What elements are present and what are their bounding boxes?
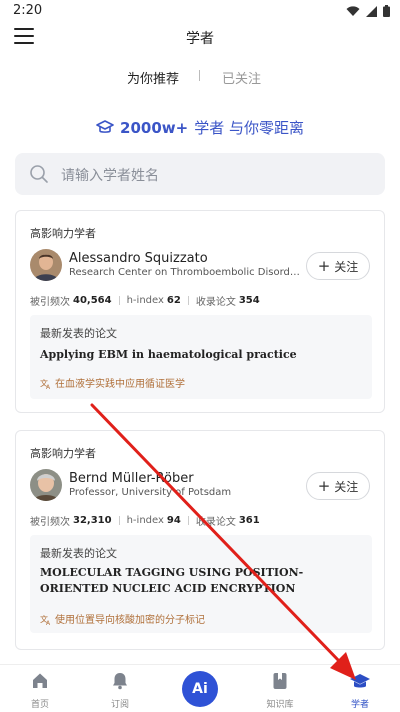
bookmark-icon — [273, 673, 287, 689]
paper-title[interactable]: Applying EBM in haematological practice — [40, 347, 362, 363]
search-placeholder: 请输入学者姓名 — [61, 168, 159, 184]
status-bar: 2:20 — [0, 0, 400, 22]
citations-value: 40,564 — [73, 295, 112, 306]
scholar-name[interactable]: Bernd Müller-Röber — [69, 471, 194, 486]
slogan-banner: 2000w+ 学者 与你零距离 — [0, 117, 400, 138]
bottom-nav: 首页 订阅 Ai 知识库 学者 — [0, 664, 400, 712]
scholar-metrics: 被引频次 32,310 h-index 94 收录论文 361 — [30, 513, 260, 528]
metric-divider — [118, 516, 120, 525]
page-title: 学者 — [186, 31, 214, 47]
home-icon — [33, 673, 47, 688]
follow-button[interactable]: + 关注 — [306, 252, 370, 280]
paper-title[interactable]: MOLECULAR TAGGING USING POSITION-ORIENTE… — [40, 565, 362, 597]
app-header: 学者 — [0, 22, 400, 56]
search-input[interactable]: 请输入学者姓名 — [15, 153, 385, 195]
papers-value: 361 — [238, 515, 260, 526]
scholar-card[interactable]: 高影响力学者 Alessandro Squizzato Research Cen… — [15, 210, 385, 413]
metric-divider — [187, 296, 189, 305]
paper-title-cn: 使用位置导向核酸加密的分子标记 — [55, 615, 205, 626]
follow-label: 关注 — [334, 479, 359, 494]
avatar[interactable] — [30, 249, 62, 281]
tab-divider — [199, 70, 200, 81]
scholar-name[interactable]: Alessandro Squizzato — [69, 251, 208, 266]
scholar-tabs: 为你推荐 已关注 — [0, 64, 400, 88]
search-icon — [30, 165, 48, 183]
graduation-cap-icon — [96, 120, 114, 133]
follow-button[interactable]: + 关注 — [306, 472, 370, 500]
status-icons — [346, 5, 390, 17]
plus-icon: + — [317, 476, 331, 495]
scholar-tag: 高影响力学者 — [30, 227, 96, 240]
follow-label: 关注 — [334, 259, 359, 274]
scholar-cap-icon — [350, 674, 370, 688]
paper-translation: 文 A 在血液学实践中应用循证医学 — [40, 375, 185, 391]
battery-icon — [383, 5, 390, 17]
tab-recommended[interactable]: 为你推荐 — [127, 68, 179, 87]
papers-label: 收录论文 — [195, 517, 236, 528]
nav-subscribe[interactable]: 订阅 — [90, 671, 150, 710]
metric-divider — [187, 516, 189, 525]
scholar-tag: 高影响力学者 — [30, 447, 96, 460]
signal-icon — [366, 5, 377, 17]
scholar-card[interactable]: 高影响力学者 Bernd Müller-Röber Professor, Uni… — [15, 430, 385, 650]
metric-divider — [118, 296, 120, 305]
scholar-institution: Professor, University of Potsdam — [69, 487, 232, 498]
nav-knowledge-base[interactable]: 知识库 — [250, 671, 310, 710]
wifi-icon — [346, 5, 360, 16]
papers-label: 收录论文 — [195, 297, 236, 308]
scholar-metrics: 被引频次 40,564 h-index 62 收录论文 354 — [30, 293, 260, 308]
citations-value: 32,310 — [73, 515, 112, 526]
nav-label: 订阅 — [110, 700, 129, 710]
ai-assistant-button[interactable]: Ai — [182, 671, 218, 707]
hindex-label: h-index — [126, 295, 164, 306]
status-time: 2:20 — [13, 3, 43, 18]
nav-label: 首页 — [30, 700, 49, 710]
svg-text:A: A — [46, 384, 51, 389]
translate-icon: 文 A — [40, 378, 51, 389]
nav-scholars[interactable]: 学者 — [330, 671, 390, 710]
hindex-value: 62 — [166, 295, 181, 306]
avatar[interactable] — [30, 469, 62, 501]
slogan-text: 学者 与你零距离 — [194, 119, 304, 137]
nav-label: 学者 — [350, 700, 369, 710]
nav-label: 知识库 — [266, 700, 294, 710]
hindex-value: 94 — [166, 515, 181, 526]
bell-icon — [113, 673, 127, 690]
citations-label: 被引频次 — [30, 297, 70, 308]
scholar-institution: Research Center on Thromboembolic Disord… — [69, 267, 304, 278]
ai-icon: Ai — [192, 681, 208, 697]
tab-followed[interactable]: 已关注 — [222, 68, 261, 87]
latest-paper[interactable]: 最新发表的论文 MOLECULAR TAGGING USING POSITION… — [30, 535, 372, 633]
paper-title-cn: 在血液学实践中应用循证医学 — [55, 379, 185, 390]
paper-translation: 文 A 使用位置导向核酸加密的分子标记 — [40, 611, 205, 627]
slogan-count: 2000w+ — [120, 118, 189, 137]
plus-icon: + — [317, 256, 331, 275]
papers-value: 354 — [238, 295, 260, 306]
citations-label: 被引频次 — [30, 517, 70, 528]
translate-icon: 文 A — [40, 614, 51, 625]
svg-text:A: A — [46, 620, 51, 625]
latest-paper-label: 最新发表的论文 — [40, 327, 117, 340]
hindex-label: h-index — [126, 515, 164, 526]
latest-paper-label: 最新发表的论文 — [40, 547, 117, 560]
nav-home[interactable]: 首页 — [10, 671, 70, 710]
latest-paper[interactable]: 最新发表的论文 Applying EBM in haematological p… — [30, 315, 372, 399]
